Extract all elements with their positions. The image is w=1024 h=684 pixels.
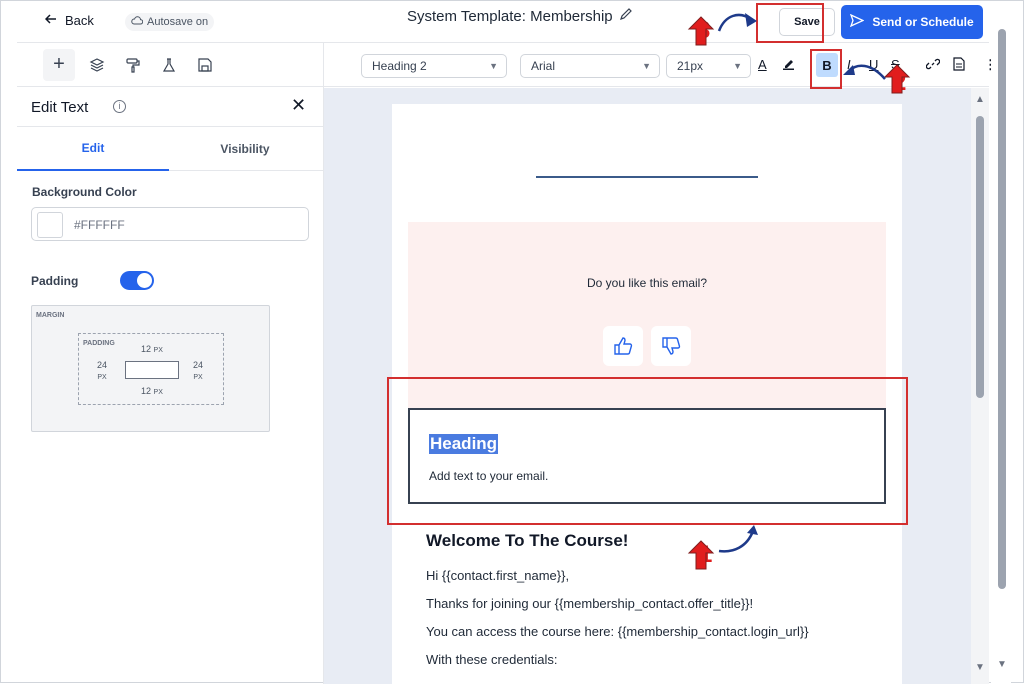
document-icon[interactable] — [953, 57, 965, 74]
divider-line[interactable] — [536, 176, 758, 178]
left-toolbar: + — [17, 43, 323, 87]
padding-left-value[interactable]: 24 PX — [97, 360, 107, 383]
arrow-left-icon — [44, 13, 57, 28]
tab-edit[interactable]: Edit — [17, 127, 169, 171]
template-title-text: System Template: Membership — [407, 7, 613, 25]
close-panel-icon[interactable]: ✕ — [291, 95, 306, 116]
padding-box: PADDING 12 PX 24 PX 24 PX 12 PX — [78, 333, 224, 405]
back-button[interactable]: Back — [44, 13, 94, 28]
thumbs-down-icon[interactable] — [651, 326, 691, 366]
autosave-label: Autosave on — [147, 16, 209, 28]
scroll-up-arrow[interactable]: ▲ — [975, 94, 985, 105]
padding-right-value[interactable]: 24 PX — [193, 360, 203, 383]
panel-tabs: Edit Visibility — [17, 127, 323, 171]
info-icon[interactable]: i — [113, 100, 126, 113]
content-box — [125, 361, 179, 379]
layers-icon[interactable] — [81, 49, 113, 81]
font-family-select[interactable]: Arial ▼ — [520, 54, 660, 78]
panel-title: Edit Text — [31, 99, 89, 116]
toggle-knob — [137, 273, 152, 288]
padding-box-label: PADDING — [83, 340, 115, 347]
top-bar: Back Autosave on System Template: Member… — [17, 1, 989, 43]
chevron-down-icon: ▼ — [489, 61, 498, 71]
annotation-curve-arrow-3 — [717, 13, 757, 32]
thanks-line[interactable]: Thanks for joining our {{membership_cont… — [426, 596, 753, 611]
send-icon — [850, 13, 865, 30]
edit-panel-header: Edit Text i ✕ — [17, 87, 323, 127]
annotation-curve-arrow-1 — [718, 525, 758, 553]
text-color-icon[interactable]: A — [758, 57, 767, 72]
canvas-scroll-thumb[interactable] — [976, 116, 984, 398]
chevron-down-icon: ▼ — [642, 61, 651, 71]
margin-label: MARGIN — [36, 312, 65, 319]
app-window: Back Autosave on System Template: Member… — [0, 0, 1024, 684]
link-icon[interactable] — [925, 57, 941, 74]
block-type-select[interactable]: Heading 2 ▼ — [361, 54, 507, 78]
color-value: #FFFFFF — [74, 218, 125, 232]
back-label: Back — [65, 13, 94, 28]
send-label: Send or Schedule — [872, 15, 974, 29]
padding-toggle[interactable] — [120, 271, 154, 290]
annotation-box-2 — [810, 49, 842, 89]
block-type-value: Heading 2 — [372, 59, 427, 73]
template-title: System Template: Membership — [407, 7, 633, 25]
padding-top-value[interactable]: 12 PX — [141, 344, 163, 354]
chevron-down-icon: ▼ — [733, 61, 742, 71]
window-scrollbar[interactable]: ▼ — [991, 1, 1011, 684]
pencil-icon[interactable] — [619, 7, 633, 25]
cloud-icon — [131, 16, 144, 28]
autosave-badge: Autosave on — [125, 13, 215, 31]
background-color-field[interactable]: #FFFFFF — [31, 207, 309, 241]
add-icon[interactable]: + — [43, 48, 75, 81]
flask-icon[interactable] — [153, 49, 185, 81]
credentials-line[interactable]: With these credentials: — [426, 652, 558, 667]
feedback-question: Do you like this email? — [586, 276, 708, 290]
color-swatch[interactable] — [37, 212, 63, 238]
highlight-icon[interactable] — [782, 57, 795, 73]
tab-visibility[interactable]: Visibility — [169, 127, 321, 171]
font-size-value: 21px — [677, 59, 704, 73]
greeting-line[interactable]: Hi {{contact.first_name}}, — [426, 568, 569, 583]
annotation-box-1 — [387, 377, 908, 525]
canvas-scrollbar[interactable]: ▲ ▼ — [971, 88, 989, 684]
annotation-curve-arrow-2 — [843, 64, 886, 80]
box-model-editor: MARGIN PADDING 12 PX 24 PX 24 PX 12 PX — [31, 305, 270, 432]
paint-roller-icon[interactable] — [117, 49, 149, 81]
access-line[interactable]: You can access the course here: {{member… — [426, 624, 809, 639]
padding-label: Padding — [31, 274, 79, 288]
background-color-label: Background Color — [32, 185, 137, 199]
annotation-up-arrow-3 — [687, 16, 715, 46]
send-or-schedule-button[interactable]: Send or Schedule — [841, 5, 983, 39]
annotation-box-3 — [756, 3, 824, 43]
padding-bottom-value[interactable]: 12 PX — [141, 386, 163, 396]
font-value: Arial — [531, 59, 556, 73]
window-scroll-down-arrow[interactable]: ▼ — [997, 659, 1007, 670]
window-scroll-thumb[interactable] — [998, 29, 1006, 589]
welcome-heading[interactable]: Welcome To The Course! — [426, 531, 628, 551]
save-disk-icon[interactable] — [189, 49, 221, 81]
scroll-down-arrow[interactable]: ▼ — [975, 662, 985, 673]
font-size-select[interactable]: 21px ▼ — [666, 54, 751, 78]
thumbs-up-icon[interactable] — [603, 326, 643, 366]
